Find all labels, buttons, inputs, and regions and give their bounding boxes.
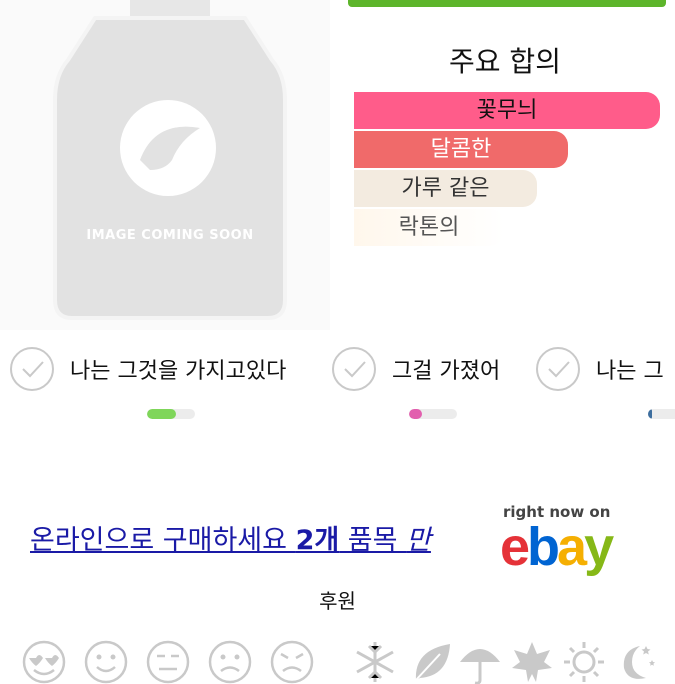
ebay-letter: b <box>527 517 560 577</box>
smile-face-icon[interactable] <box>84 640 128 684</box>
own-option-have[interactable]: 나는 그것을 가지고있다 <box>10 345 286 393</box>
accord-bar-powdery: 가루 같은 <box>354 170 537 207</box>
vote-bar-had <box>409 409 457 419</box>
vote-fill-have <box>147 409 176 419</box>
bottle-silhouette <box>53 0 287 320</box>
ad-link-count: 2개 <box>295 525 340 556</box>
angry-face-icon[interactable] <box>270 640 314 684</box>
neutral-face-icon[interactable] <box>146 640 190 684</box>
ad-link-text: 온라인으로 구매하세요 <box>30 525 296 556</box>
accord-bar-lactonic: 락톤의 <box>354 209 504 246</box>
vote-fill-want <box>648 409 653 419</box>
umbrella-icon[interactable] <box>458 640 502 684</box>
sad-face-icon[interactable] <box>208 640 252 684</box>
check-icon[interactable] <box>10 347 54 391</box>
moon-stars-icon[interactable] <box>614 640 658 684</box>
image-coming-soon-text: IMAGE COMING SOON <box>86 228 254 243</box>
accord-bar-sweet: 달콤한 <box>354 131 568 168</box>
ebay-letter: y <box>584 517 614 577</box>
ebay-logo[interactable]: ebay <box>500 516 614 578</box>
own-option-label: 나는 그 <box>596 359 664 384</box>
ad-link-only: 만 <box>406 525 431 556</box>
accord-bar-floral: 꽃무늬 <box>354 92 660 129</box>
own-option-want[interactable]: 나는 그 <box>536 345 664 393</box>
check-icon[interactable] <box>536 347 580 391</box>
vote-bar-want <box>648 409 675 419</box>
ad-link-text-2: 품목 <box>339 525 407 556</box>
ad-buy-online-link[interactable]: 온라인으로 구매하세요 2개 품목 만 <box>30 518 431 557</box>
check-icon[interactable] <box>332 347 376 391</box>
own-option-label: 그걸 가졌어 <box>392 359 501 384</box>
leaf-icon[interactable] <box>410 640 454 684</box>
own-option-had[interactable]: 그걸 가졌어 <box>332 345 500 393</box>
vote-fill-had <box>409 409 423 419</box>
top-green-bar <box>348 0 666 7</box>
main-accords-title: 주요 합의 <box>449 45 561 78</box>
love-face-icon[interactable] <box>22 640 66 684</box>
maple-leaf-icon[interactable] <box>510 640 554 684</box>
snowflake-icon[interactable] <box>353 640 397 684</box>
own-option-label: 나는 그것을 가지고있다 <box>70 359 287 384</box>
product-image-placeholder: IMAGE COMING SOON <box>0 0 330 330</box>
vote-bar-have <box>147 409 195 419</box>
sun-icon[interactable] <box>562 640 606 684</box>
sponsored-label: 후원 <box>319 589 356 613</box>
ebay-letter: e <box>500 517 530 577</box>
ebay-letter: a <box>557 517 587 577</box>
